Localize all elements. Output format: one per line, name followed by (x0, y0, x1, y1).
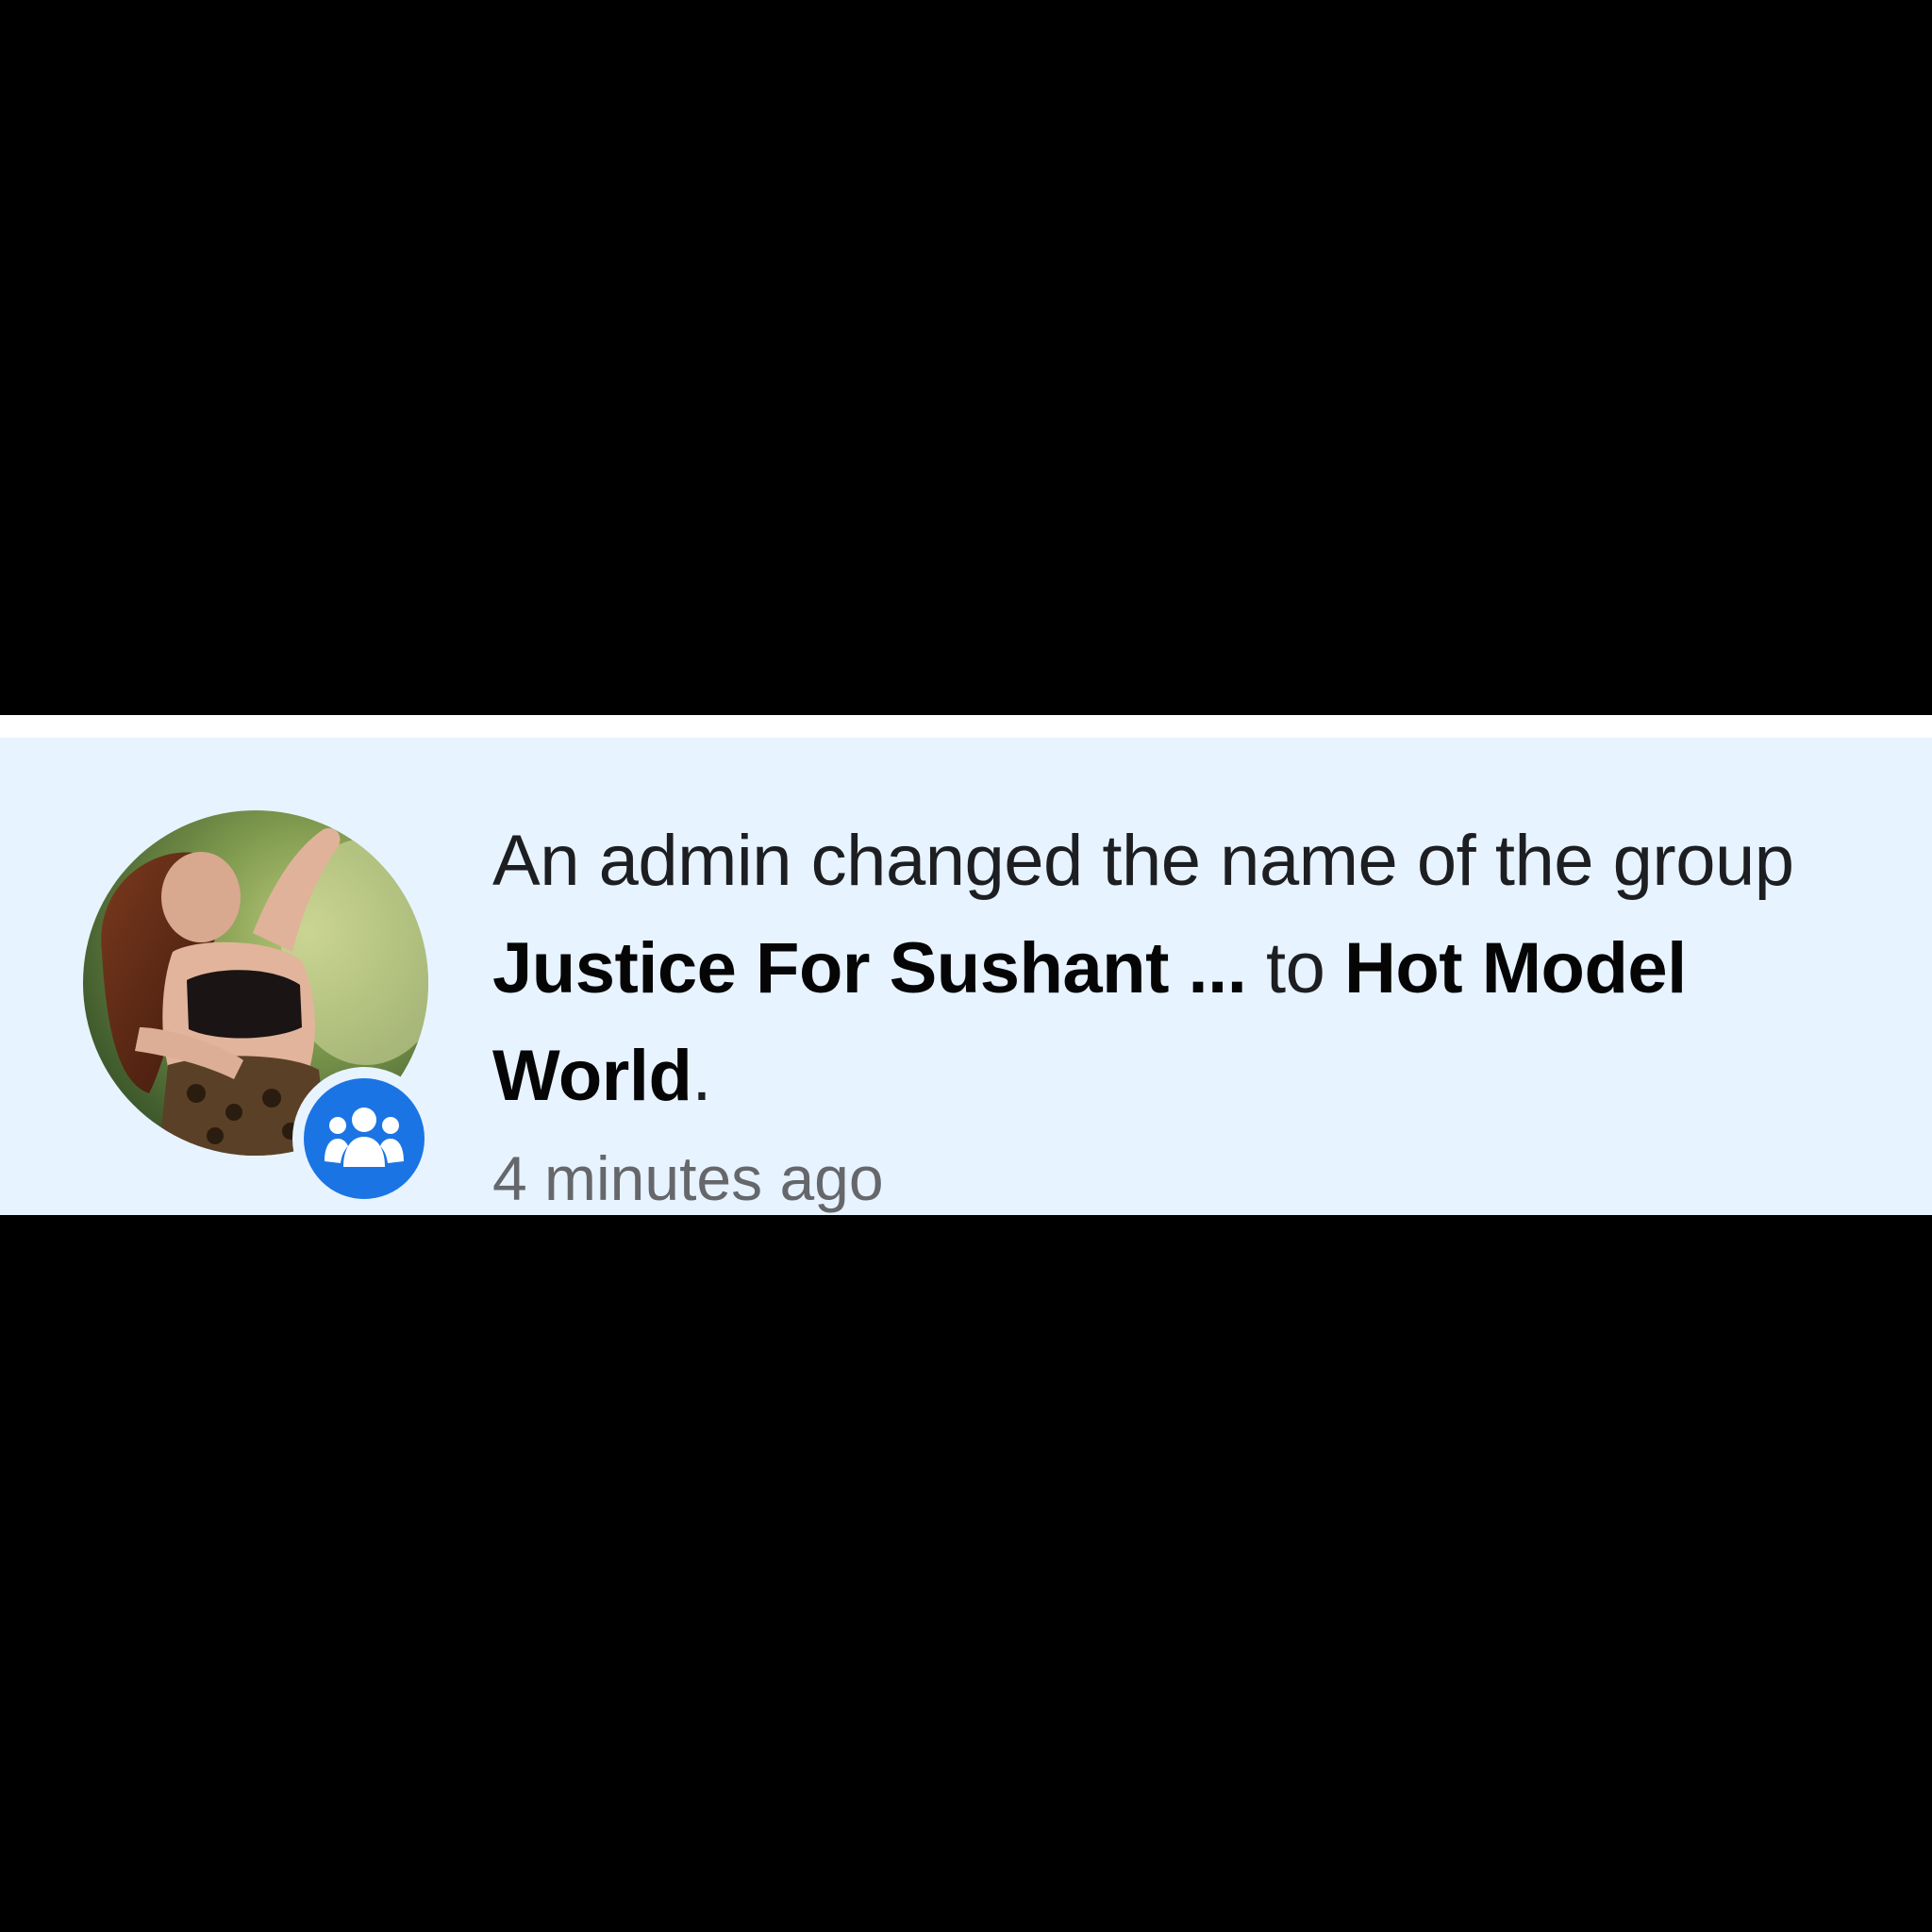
avatar-container (83, 810, 436, 1210)
group-icon (304, 1078, 425, 1199)
screenshot-frame: An admin changed the name of the group J… (0, 0, 1932, 1932)
message-connector: to (1265, 928, 1325, 1008)
message-suffix: . (691, 1036, 712, 1116)
notification-message: An admin changed the name of the group J… (492, 808, 1813, 1130)
notification-content: An admin changed the name of the group J… (492, 808, 1813, 1221)
message-prefix: An admin changed the name of the group (492, 821, 1794, 901)
notification-timestamp: 4 minutes ago (492, 1143, 884, 1213)
group-badge (292, 1067, 436, 1210)
old-group-name: Justice For Sushant ... (492, 928, 1247, 1008)
notification-item[interactable]: An admin changed the name of the group J… (0, 715, 1932, 1215)
